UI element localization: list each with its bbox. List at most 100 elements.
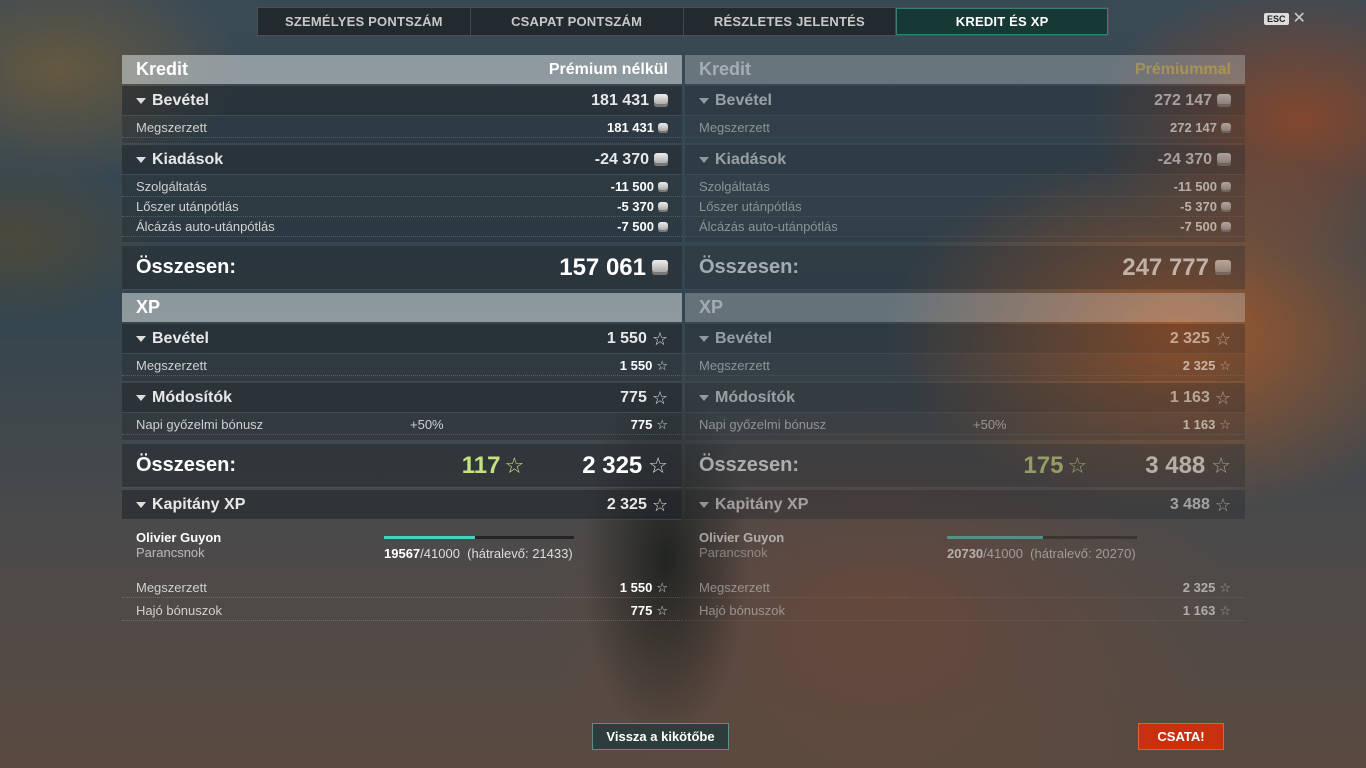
total-label: Összesen:: [699, 454, 800, 476]
list-item: Megszerzett 181 431: [122, 118, 682, 138]
xp-total-value: 3 488: [1145, 451, 1206, 479]
xp-income-rows: Megszerzett 1 550 ☆: [122, 354, 682, 381]
list-item: Álcázás auto-utánpótlás -7 500: [685, 217, 1245, 237]
xp-income-group-header[interactable]: Bevétel 2 325 ☆: [685, 324, 1245, 354]
captain-progress-fill: [384, 536, 475, 539]
captain-xp-label: Kapitány XP: [152, 495, 246, 513]
xp-star-icon: ☆: [1219, 358, 1231, 373]
free-xp-value: 175: [1023, 451, 1064, 479]
xp-header: XP: [122, 293, 682, 322]
collapse-arrow-icon[interactable]: [699, 501, 709, 508]
list-item: Megszerzett 1 550 ☆: [122, 356, 682, 376]
credit-coin-icon: [654, 94, 668, 107]
captain-progress-text: 20730/41000 (hátralevő: 20270): [947, 546, 1136, 561]
collapse-arrow-icon[interactable]: [136, 335, 146, 342]
esc-key-badge: ESC: [1264, 13, 1289, 25]
camo-label: Álcázás auto-utánpótlás: [699, 219, 838, 234]
credit-title: Kredit: [699, 59, 752, 79]
tab-team-score[interactable]: CSAPAT PONTSZÁM: [471, 8, 684, 35]
daily-bonus-percent: +50%: [410, 417, 444, 432]
ammo-value: -5 370: [1180, 199, 1217, 214]
collapse-arrow-icon[interactable]: [699, 335, 709, 342]
credit-coin-icon: [658, 201, 668, 212]
credit-coin-icon: [658, 122, 668, 133]
total-label: Összesen:: [136, 256, 237, 278]
battle-button[interactable]: CSATA!: [1138, 723, 1224, 750]
daily-bonus-percent: +50%: [973, 417, 1007, 432]
expenses-value: -24 370: [1157, 150, 1212, 168]
free-xp-star-icon: ☆: [1067, 452, 1088, 478]
xp-income-rows: Megszerzett 2 325 ☆: [685, 354, 1245, 381]
collapse-arrow-icon[interactable]: [699, 97, 709, 104]
xp-total-row: Összesen: 175 ☆ 3 488 ☆: [685, 444, 1245, 488]
xp-earned-value: 1 550: [619, 358, 653, 373]
expenses-group-header[interactable]: Kiadások -24 370: [122, 145, 682, 175]
credit-coin-icon: [652, 260, 668, 275]
free-xp-star-icon: ☆: [504, 452, 525, 478]
xp-earned-value: 2 325: [1182, 358, 1216, 373]
collapse-arrow-icon[interactable]: [699, 156, 709, 163]
tab-detailed-report[interactable]: RÉSZLETES JELENTÉS: [684, 8, 897, 35]
income-rows: Megszerzett 272 147: [685, 116, 1245, 143]
credit-title: Kredit: [136, 59, 189, 79]
ammo-label: Lőszer utánpótlás: [136, 199, 239, 214]
tab-personal-score[interactable]: SZEMÉLYES PONTSZÁM: [258, 8, 471, 35]
collapse-arrow-icon[interactable]: [136, 394, 146, 401]
xp-total-row: Összesen: 117 ☆ 2 325 ☆: [122, 444, 682, 488]
collapse-arrow-icon[interactable]: [136, 97, 146, 104]
modifiers-label: Módosítók: [715, 388, 795, 406]
collapse-arrow-icon[interactable]: [136, 156, 146, 163]
credit-coin-icon: [1221, 122, 1231, 133]
xp-income-group-header[interactable]: Bevétel 1 550 ☆: [122, 324, 682, 354]
ammo-value: -5 370: [617, 199, 654, 214]
captain-remaining-xp: (hátralevő: 20270): [1030, 546, 1136, 561]
captain-xp-group-header[interactable]: Kapitány XP 2 325 ☆: [122, 490, 682, 520]
xp-star-icon: ☆: [651, 328, 668, 349]
list-item: Lőszer utánpótlás -5 370: [122, 197, 682, 217]
list-item: Álcázás auto-utánpótlás -7 500: [122, 217, 682, 237]
captain-xp-label: Kapitány XP: [715, 495, 809, 513]
modifiers-label: Módosítók: [152, 388, 232, 406]
ship-bonus-value: 775: [630, 603, 653, 618]
credit-coin-icon: [1217, 94, 1231, 107]
captain-remaining-xp: (hátralevő: 21433): [467, 546, 573, 561]
xp-star-icon: ☆: [656, 417, 668, 432]
modifiers-value: 1 163: [1169, 388, 1210, 406]
xp-star-icon: ☆: [656, 580, 668, 595]
xp-income-label: Bevétel: [152, 329, 209, 347]
captain-xp-group-header[interactable]: Kapitány XP 3 488 ☆: [685, 490, 1245, 520]
credit-coin-icon: [658, 181, 668, 192]
expenses-rows: Szolgáltatás -11 500 Lőszer utánpótlás -5 …: [122, 175, 682, 242]
expenses-group-header[interactable]: Kiadások -24 370: [685, 145, 1245, 175]
back-to-port-button[interactable]: Vissza a kikötőbe: [592, 723, 729, 750]
xp-income-value: 2 325: [1169, 329, 1210, 347]
xp-star-icon: ☆: [1214, 387, 1231, 408]
income-rows: Megszerzett 181 431: [122, 116, 682, 143]
close-control[interactable]: ESC ✕: [1264, 11, 1306, 27]
captain-xp-value: 2 325: [606, 495, 647, 513]
close-icon[interactable]: ✕: [1293, 11, 1306, 27]
income-group-header[interactable]: Bevétel 181 431: [122, 86, 682, 116]
collapse-arrow-icon[interactable]: [136, 501, 146, 508]
xp-income-value: 1 550: [606, 329, 647, 347]
income-value: 181 431: [591, 91, 649, 109]
income-group-header[interactable]: Bevétel 272 147: [685, 86, 1245, 116]
list-item: Megszerzett 2 325 ☆: [685, 578, 1245, 598]
credit-header: Kredit Prémium nélkül: [122, 55, 682, 84]
captain-xp-value: 3 488: [1169, 495, 1210, 513]
captain-max-xp: /41000: [420, 546, 460, 561]
xp-title: XP: [699, 297, 724, 317]
captain-earned-label: Megszerzett: [136, 580, 207, 595]
collapse-arrow-icon[interactable]: [699, 394, 709, 401]
modifiers-group-header[interactable]: Módosítók 775 ☆: [122, 383, 682, 413]
list-item: Szolgáltatás -11 500: [122, 177, 682, 197]
xp-earned-label: Megszerzett: [136, 358, 207, 373]
credit-coin-icon: [1221, 221, 1231, 232]
service-value: -11 500: [610, 179, 654, 194]
tab-credits-xp[interactable]: KREDIT ÉS XP: [896, 8, 1108, 35]
expenses-rows: Szolgáltatás -11 500 Lőszer utánpótlás -5 …: [685, 175, 1245, 242]
xp-star-icon: ☆: [1214, 494, 1231, 515]
captain-max-xp: /41000: [983, 546, 1023, 561]
list-item: Napi győzelmi bónusz +50% 775 ☆: [122, 415, 682, 435]
modifiers-group-header[interactable]: Módosítók 1 163 ☆: [685, 383, 1245, 413]
